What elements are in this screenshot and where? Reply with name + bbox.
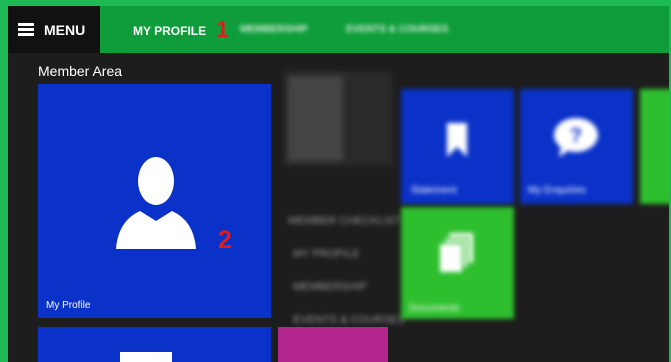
menu-button[interactable]: MENU xyxy=(8,6,100,53)
checklist-item-3[interactable]: EVENTS & COURSES xyxy=(293,314,405,326)
profile-card-blurred xyxy=(283,71,393,166)
member-content-area: Member Area 2 My Profile MEMBER CHECKLIS… xyxy=(8,53,669,362)
checklist-item-2[interactable]: MEMBERSHIP xyxy=(293,281,367,293)
nav-events-courses-label: EVENTS & COURSES xyxy=(346,24,449,35)
user-icon xyxy=(116,157,196,249)
my-profile-tile-label: My Profile xyxy=(46,300,91,311)
nav-events-courses[interactable]: EVENTS & COURSES xyxy=(346,24,448,35)
hamburger-icon xyxy=(18,21,34,38)
statement-tile-label: Statement xyxy=(411,185,457,196)
menu-label: MENU xyxy=(44,21,86,38)
nav-my-profile[interactable]: MY PROFILE xyxy=(133,24,206,38)
step-marker-1: 1 xyxy=(216,16,229,42)
profile-photo xyxy=(288,76,343,161)
documents-icon xyxy=(439,233,473,274)
nav-my-profile-label: MY PROFILE xyxy=(133,24,207,38)
app-frame: MENU MY PROFILE 1 MEMBERSHIP EVENTS & CO… xyxy=(0,0,671,362)
checklist-title: MEMBER CHECKLIST xyxy=(288,215,402,227)
question-bubble-icon: ? xyxy=(554,118,598,157)
step-marker-2: 2 xyxy=(218,226,232,254)
statement-tile[interactable]: Statement xyxy=(401,89,514,204)
bookmark-icon xyxy=(447,123,467,157)
svg-text:?: ? xyxy=(570,125,582,147)
nav-membership-label: MEMBERSHIP xyxy=(240,24,308,35)
enquiries-tile-label: My Enquiries xyxy=(528,185,586,196)
my-profile-tile[interactable]: 2 My Profile xyxy=(38,84,271,318)
checklist-item-1[interactable]: MY PROFILE xyxy=(293,248,359,260)
document-icon xyxy=(120,352,172,362)
documents-tile-label: Documents xyxy=(409,303,460,314)
nav-membership[interactable]: MEMBERSHIP xyxy=(240,24,308,35)
green-tile-partial[interactable] xyxy=(640,89,669,204)
magenta-tile[interactable] xyxy=(278,327,388,362)
enquiries-tile[interactable]: ? My Enquiries xyxy=(520,89,633,204)
top-navigation-bar: MENU MY PROFILE 1 MEMBERSHIP EVENTS & CO… xyxy=(8,6,669,53)
page-title: Member Area xyxy=(38,63,123,79)
documents-tile[interactable]: Documents xyxy=(401,207,514,319)
blue-tile-bottom[interactable] xyxy=(38,327,271,362)
